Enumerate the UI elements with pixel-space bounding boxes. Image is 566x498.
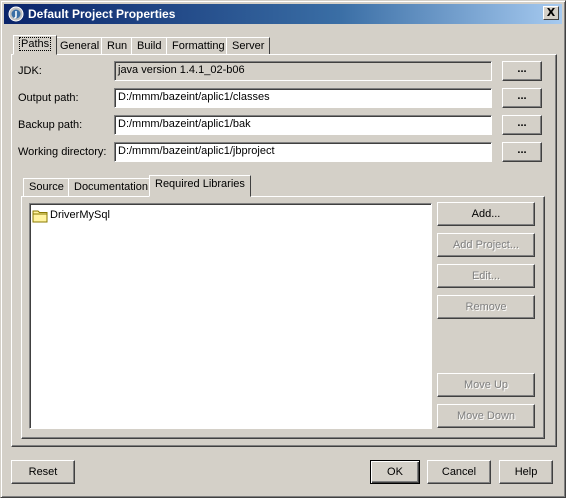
close-icon: X [546,6,556,19]
libraries-list[interactable]: DriverMySql [29,203,432,429]
ok-button[interactable]: OK [370,460,420,484]
working-directory-browse-button[interactable]: ... [502,142,542,162]
dialog-window: J Default Project Properties X Paths Gen… [0,0,566,498]
backup-path-label: Backup path: [18,119,83,131]
tab-server[interactable]: Server [226,37,271,55]
tab-label: Documentation [74,181,148,193]
tab-label: Paths [19,37,52,51]
title-bar[interactable]: J Default Project Properties X [4,4,562,24]
app-icon: J [8,6,24,22]
backup-path-field[interactable]: D:/mmm/bazeint/aplic1/bak [114,115,492,135]
move-down-button[interactable]: Move Down [437,404,535,428]
help-button[interactable]: Help [499,460,553,484]
tab-label: Run [107,40,128,52]
output-path-browse-button[interactable]: ... [502,88,542,108]
remove-button[interactable]: Remove [437,295,535,319]
jdk-field[interactable]: java version 1.4.1_02-b06 [114,61,492,81]
output-path-label: Output path: [18,92,79,104]
move-up-button[interactable]: Move Up [437,373,535,397]
edit-button[interactable]: Edit... [437,264,535,288]
folder-icon [32,210,48,223]
tab-label: Source [29,181,64,193]
cancel-button[interactable]: Cancel [427,460,491,484]
backup-path-browse-button[interactable]: ... [502,115,542,135]
tab-paths[interactable]: Paths [13,35,58,55]
tab-label: General [60,40,100,52]
tab-label: Server [232,40,265,52]
working-directory-field[interactable]: D:/mmm/bazeint/aplic1/jbproject [114,142,492,162]
window-title: Default Project Properties [28,7,176,21]
jdk-label: JDK: [18,65,42,77]
add-project-button[interactable]: Add Project... [437,233,535,257]
reset-button[interactable]: Reset [11,460,75,484]
tab-build[interactable]: Build [131,37,168,55]
tab-label: Build [137,40,162,52]
tab-run[interactable]: Run [101,37,134,55]
working-directory-label: Working directory: [18,146,107,158]
tab-source[interactable]: Source [23,178,70,196]
svg-text:J: J [14,10,18,19]
close-button[interactable]: X [543,6,559,20]
tab-label: Required Libraries [155,178,245,190]
library-name: DriverMySql [50,209,110,221]
output-path-field[interactable]: D:/mmm/bazeint/aplic1/classes [114,88,492,108]
jdk-browse-button[interactable]: ... [502,61,542,81]
add-button[interactable]: Add... [437,202,535,226]
tab-documentation[interactable]: Documentation [68,178,154,196]
tab-required-libraries[interactable]: Required Libraries [149,175,251,197]
tab-general[interactable]: General [54,37,106,55]
tab-formatting[interactable]: Formatting [166,37,231,55]
tab-label: Formatting [172,40,225,52]
